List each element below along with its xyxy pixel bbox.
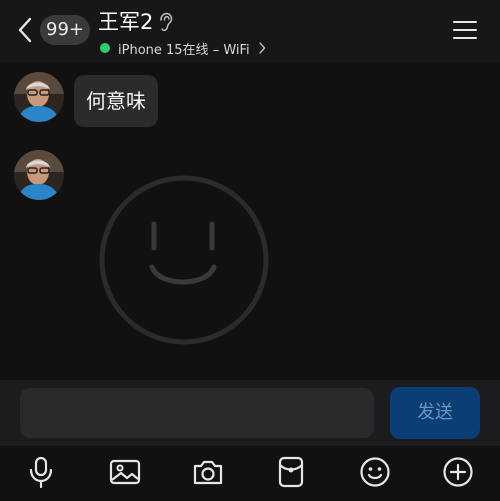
message-bubble[interactable]: 何意味 bbox=[74, 75, 158, 127]
red-packet-icon bbox=[278, 456, 304, 488]
camera-icon bbox=[193, 460, 223, 485]
image-button[interactable] bbox=[107, 454, 143, 490]
plus-icon bbox=[443, 457, 473, 487]
emoji-icon bbox=[360, 457, 390, 487]
menu-icon[interactable] bbox=[452, 19, 478, 41]
device-status-text: iPhone 15在线 – WiFi bbox=[118, 42, 250, 58]
message-input[interactable] bbox=[20, 388, 374, 438]
contact-name[interactable]: 王军2 bbox=[98, 8, 153, 36]
camera-button[interactable] bbox=[190, 454, 226, 490]
composer-bar: 发送 bbox=[0, 380, 500, 446]
red-packet-button[interactable] bbox=[273, 454, 309, 490]
avatar-image bbox=[14, 72, 64, 122]
avatar[interactable] bbox=[14, 72, 64, 122]
chevron-right-icon bbox=[258, 42, 265, 54]
more-button[interactable] bbox=[440, 454, 476, 490]
online-indicator bbox=[100, 43, 110, 53]
ear-icon bbox=[160, 12, 173, 32]
send-button[interactable]: 发送 bbox=[390, 387, 480, 439]
online-status[interactable]: iPhone 15在线 – WiFi bbox=[100, 39, 266, 58]
voice-button[interactable] bbox=[23, 454, 59, 490]
chat-area[interactable]: 何意味 bbox=[0, 62, 500, 380]
avatar-image bbox=[14, 150, 64, 200]
image-icon bbox=[109, 459, 141, 485]
composer-toolbar bbox=[0, 446, 500, 501]
chat-header: 99+ 王军2 iPhone 15在线 – WiFi bbox=[0, 0, 500, 62]
avatar[interactable] bbox=[14, 150, 64, 200]
microphone-icon bbox=[29, 456, 53, 488]
smile-face-icon[interactable] bbox=[99, 175, 269, 345]
emoji-button[interactable] bbox=[357, 454, 393, 490]
back-arrow-icon bbox=[18, 17, 32, 43]
unread-count-badge[interactable]: 99+ bbox=[40, 15, 90, 45]
back-button[interactable] bbox=[12, 12, 38, 48]
